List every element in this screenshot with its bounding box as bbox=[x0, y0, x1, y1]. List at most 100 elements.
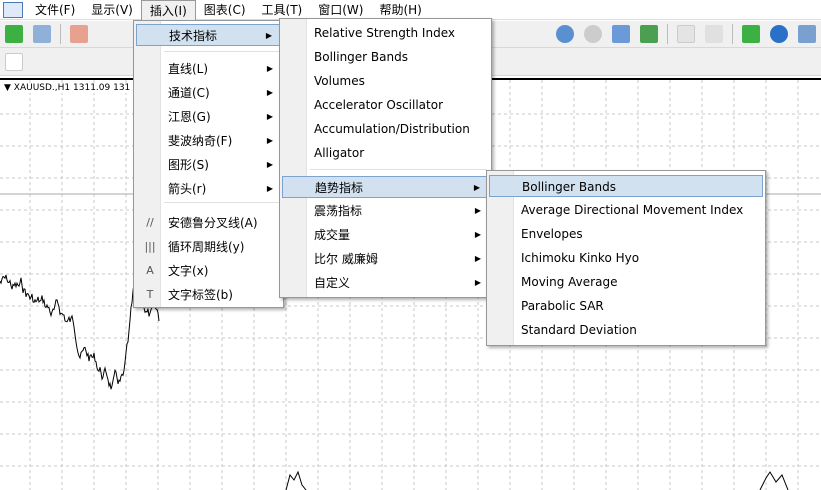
zoom-out-icon[interactable] bbox=[584, 25, 602, 43]
menu-item-label: Alligator bbox=[314, 146, 365, 160]
menu-charts[interactable]: 图表(C) bbox=[196, 0, 254, 20]
menu-item-label: 文字(x) bbox=[168, 264, 209, 278]
templates-icon[interactable] bbox=[798, 25, 816, 43]
submenu-arrow-icon: ▶ bbox=[265, 31, 272, 40]
chart-symbol-label: ▼ XAUUSD.,H1 1311.09 131 bbox=[4, 83, 133, 93]
chart-shift-icon[interactable] bbox=[677, 25, 695, 43]
menu-item-label: Bollinger Bands bbox=[522, 180, 616, 194]
trend_menu-item-parabolic-sar[interactable]: Parabolic SAR bbox=[489, 295, 763, 317]
menu-item-label: Ichimoku Kinko Hyo bbox=[521, 251, 640, 265]
menu-separator bbox=[164, 51, 279, 52]
submenu-arrow-icon: ▶ bbox=[266, 88, 273, 97]
submenu-arrow-icon: ▶ bbox=[266, 136, 273, 145]
menu-file[interactable]: 文件(F) bbox=[27, 0, 83, 20]
menu-item-label: 江恩(G) bbox=[168, 110, 211, 124]
profiles-icon[interactable] bbox=[33, 25, 51, 43]
indicators-icon[interactable] bbox=[742, 25, 760, 43]
trend_menu-item-moving-average[interactable]: Moving Average bbox=[489, 271, 763, 293]
indicators_menu-item-bollinger-bands[interactable]: Bollinger Bands bbox=[282, 46, 489, 68]
menu-tools[interactable]: 工具(T) bbox=[254, 0, 311, 20]
menu-separator bbox=[310, 169, 487, 170]
menu-item-label: 成交量 bbox=[314, 228, 351, 242]
menu-item-label: Volumes bbox=[314, 74, 365, 88]
submenu-arrow-icon: ▶ bbox=[266, 184, 273, 193]
insert_menu-item-y[interactable]: ||| 循环周期线(y) bbox=[136, 236, 281, 258]
periods-clock-icon[interactable] bbox=[770, 25, 788, 43]
insert_menu-item-f[interactable]: 斐波纳奇(F) ▶ bbox=[136, 130, 281, 152]
indicators_menu-item-10[interactable]: 自定义 ▶ bbox=[282, 272, 489, 294]
insert_menu-item-s[interactable]: 图形(S) ▶ bbox=[136, 154, 281, 176]
submenu-arrow-icon: ▶ bbox=[474, 230, 481, 239]
menu-item-label: 直线(L) bbox=[168, 62, 209, 76]
new-chart-icon[interactable] bbox=[5, 25, 23, 43]
menu-window[interactable]: 窗口(W) bbox=[310, 0, 371, 20]
submenu-arrow-icon: ▶ bbox=[473, 183, 480, 192]
indicators_menu-item-6[interactable]: 趋势指标 ▶ bbox=[282, 176, 489, 198]
insert_menu-item-c[interactable]: 通道(C) ▶ bbox=[136, 82, 281, 104]
tool-icon: A bbox=[146, 264, 154, 277]
insert_menu-item-x[interactable]: A 文字(x) bbox=[136, 260, 281, 282]
menu-separator bbox=[164, 202, 279, 203]
insert_menu-item-a[interactable]: // 安德鲁分叉线(A) bbox=[136, 212, 281, 234]
menu-item-label: Standard Deviation bbox=[521, 323, 637, 337]
trend_menu-item-average-directional-movement-index[interactable]: Average Directional Movement Index bbox=[489, 199, 763, 221]
indicators_menu-item-7[interactable]: 震荡指标 ▶ bbox=[282, 200, 489, 222]
submenu-arrow-icon: ▶ bbox=[474, 206, 481, 215]
autoscroll-icon[interactable] bbox=[705, 25, 723, 43]
menu-insert[interactable]: 插入(I) bbox=[140, 0, 196, 20]
insert_menu-item-l[interactable]: 直线(L) ▶ bbox=[136, 58, 281, 80]
menu-item-label: 斐波纳奇(F) bbox=[168, 134, 233, 148]
menu-item-label: 技术指标 bbox=[169, 29, 218, 43]
menu-item-label: Parabolic SAR bbox=[521, 299, 604, 313]
submenu-arrow-icon: ▶ bbox=[266, 112, 273, 121]
indicators_menu-item-accumulation-distribution[interactable]: Accumulation/Distribution bbox=[282, 118, 489, 140]
submenu-arrow-icon: ▶ bbox=[474, 254, 481, 263]
menu-item-label: Accelerator Oscillator bbox=[314, 98, 444, 112]
submenu-arrow-icon: ▶ bbox=[266, 64, 273, 73]
insert_menu-item-g[interactable]: 江恩(G) ▶ bbox=[136, 106, 281, 128]
symbol-text: XAUUSD.,H1 1311.09 131 bbox=[13, 83, 131, 93]
insert_menu-item-0[interactable]: 技术指标 ▶ bbox=[136, 24, 281, 46]
insert-menu: 技术指标 ▶ 直线(L) ▶ 通道(C) ▶ 江恩(G) ▶ 斐波纳奇(F) ▶ 图形(S) ▶ 箭头(… bbox=[133, 20, 284, 308]
menu-item-label: 震荡指标 bbox=[314, 204, 363, 218]
submenu-arrow-icon: ▶ bbox=[266, 160, 273, 169]
menu-bar: 文件(F) 显示(V) 插入(I) 图表(C) 工具(T) 窗口(W) 帮助(H… bbox=[0, 0, 821, 20]
divider bbox=[732, 24, 733, 44]
tool-icon: ||| bbox=[144, 240, 156, 253]
trend_menu-item-ichimoku-kinko-hyo[interactable]: Ichimoku Kinko Hyo bbox=[489, 247, 763, 269]
menu-item-label: 箭头(r) bbox=[168, 182, 207, 196]
insert_menu-item-r[interactable]: 箭头(r) ▶ bbox=[136, 178, 281, 200]
menu-view[interactable]: 显示(V) bbox=[83, 0, 141, 20]
insert_menu-item-b[interactable]: T 文字标签(b) bbox=[136, 284, 281, 306]
indicators_menu-item-alligator[interactable]: Alligator bbox=[282, 142, 489, 164]
cursor-icon[interactable] bbox=[5, 52, 23, 71]
menu-item-label: Moving Average bbox=[521, 275, 618, 289]
menu-help[interactable]: 帮助(H) bbox=[371, 0, 429, 20]
trend-indicators-submenu: Bollinger Bands Average Directional Movem… bbox=[486, 170, 766, 346]
trend_menu-item-bollinger-bands[interactable]: Bollinger Bands bbox=[489, 175, 763, 197]
market-watch-icon[interactable] bbox=[70, 25, 88, 43]
menu-item-label: Accumulation/Distribution bbox=[314, 122, 470, 136]
vertical-line-icon[interactable] bbox=[61, 53, 79, 71]
tile-windows-icon[interactable] bbox=[612, 25, 630, 43]
grid-icon[interactable] bbox=[640, 25, 658, 43]
trend_menu-item-standard-deviation[interactable]: Standard Deviation bbox=[489, 319, 763, 341]
menu-item-label: 文字标签(b) bbox=[168, 288, 233, 302]
menu-item-label: 图形(S) bbox=[168, 158, 209, 172]
menu-item-label: Average Directional Movement Index bbox=[521, 203, 744, 217]
menu-item-label: 循环周期线(y) bbox=[168, 240, 245, 254]
crosshair-icon[interactable] bbox=[33, 53, 51, 71]
indicators_menu-item-relative-strength-index[interactable]: Relative Strength Index bbox=[282, 22, 489, 44]
menu-item-label: 比尔 威廉姆 bbox=[314, 252, 378, 266]
menu-item-label: 安德鲁分叉线(A) bbox=[168, 216, 258, 230]
indicators_menu-item-8[interactable]: 成交量 ▶ bbox=[282, 224, 489, 246]
indicators_menu-item-volumes[interactable]: Volumes bbox=[282, 70, 489, 92]
tool-icon: // bbox=[146, 216, 154, 229]
zoom-in-icon[interactable] bbox=[556, 25, 574, 43]
trend_menu-item-envelopes[interactable]: Envelopes bbox=[489, 223, 763, 245]
divider bbox=[60, 24, 61, 44]
indicators_menu-item-accelerator-oscillator[interactable]: Accelerator Oscillator bbox=[282, 94, 489, 116]
horizontal-line-icon[interactable] bbox=[89, 53, 107, 71]
menu-item-label: 通道(C) bbox=[168, 86, 210, 100]
indicators_menu-item-9[interactable]: 比尔 威廉姆 ▶ bbox=[282, 248, 489, 270]
